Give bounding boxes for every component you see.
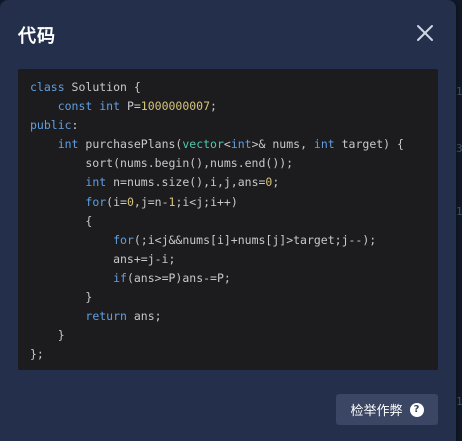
code-line: } [30, 326, 404, 345]
code-token: n=nums.size(),i,j,ans= [106, 175, 266, 190]
code-token: int [313, 137, 335, 152]
background-line-fragment: 1 [456, 86, 462, 98]
code-token: : [71, 118, 79, 133]
code-token: (ans>=P)ans-=P; [126, 270, 231, 285]
code-token: vector [182, 137, 224, 152]
code-token: ;i<j;i++) [175, 194, 238, 209]
code-line: } [30, 288, 404, 307]
code-line: public: [30, 116, 404, 135]
background-line-fragment: 3 [456, 143, 462, 155]
code-lines: class Solution { const int P=1000000007;… [30, 78, 404, 364]
code-token: < [223, 137, 231, 152]
background-line-fragment: 1 [456, 396, 462, 408]
code-token: 0 [126, 194, 134, 209]
code-line: int purchasePlans(vector<int>& nums, int… [30, 135, 404, 154]
code-token: 1000000007 [140, 99, 211, 114]
code-token: >& nums, [251, 137, 314, 152]
code-line: const int P=1000000007; [30, 97, 404, 116]
code-line: return ans; [30, 307, 404, 326]
code-token: { [30, 213, 93, 228]
dialog-title: 代码 [18, 26, 56, 47]
code-token: class [30, 80, 65, 94]
code-token: } [30, 328, 65, 343]
code-token: int [57, 137, 79, 152]
code-token: purchasePlans( [78, 137, 183, 152]
code-token: ,j=n- [133, 194, 169, 209]
code-dialog: 代码 class Solution { const int P=10000000… [0, 0, 456, 441]
code-token: int [230, 137, 252, 152]
code-token: for [85, 194, 107, 209]
code-line: int n=nums.size(),i,j,ans=0; [30, 173, 404, 192]
code-token: ans; [126, 309, 162, 324]
code-line: }; [30, 345, 404, 364]
code-token: for [113, 232, 134, 247]
code-line: if(ans>=P)ans-=P; [30, 269, 404, 288]
code-line: sort(nums.begin(),nums.end()); [30, 154, 404, 173]
code-token: Solution { [64, 80, 141, 94]
code-line: { [30, 212, 404, 231]
code-token: int [85, 175, 107, 190]
code-token: const int [57, 99, 121, 114]
code-token: ; [272, 175, 280, 190]
code-token: if [113, 270, 127, 285]
code-token: ans+=j-i; [30, 251, 176, 266]
code-token: }; [30, 347, 44, 362]
code-line: for(i=0,j=n-1;i<j;i++) [30, 193, 404, 212]
close-button[interactable] [415, 23, 435, 43]
code-line: ans+=j-i; [30, 250, 404, 269]
code-token: return [85, 309, 127, 324]
code-line: for(;i<j&&nums[i]+nums[j]>target;j--); [30, 231, 404, 250]
code-token: public [30, 118, 72, 133]
code-token: (;i<j&&nums[i]+nums[j]>target;j--); [133, 232, 377, 247]
report-button-label: 检举作弊 [350, 404, 403, 419]
code-token: sort(nums.begin(),nums.end()); [30, 156, 294, 171]
code-token: } [30, 290, 93, 305]
code-token: target) { [334, 137, 404, 152]
code-token: P= [120, 99, 141, 114]
close-icon [417, 25, 433, 41]
code-token: ; [210, 99, 217, 114]
code-block[interactable]: class Solution { const int P=1000000007;… [18, 69, 438, 370]
code-line: class Solution { [30, 78, 404, 97]
code-token: (i= [106, 194, 127, 209]
help-icon: ? [409, 402, 424, 417]
report-cheating-button[interactable]: 检举作弊 ? [336, 394, 438, 425]
background-line-fragment: 1 [456, 206, 462, 218]
